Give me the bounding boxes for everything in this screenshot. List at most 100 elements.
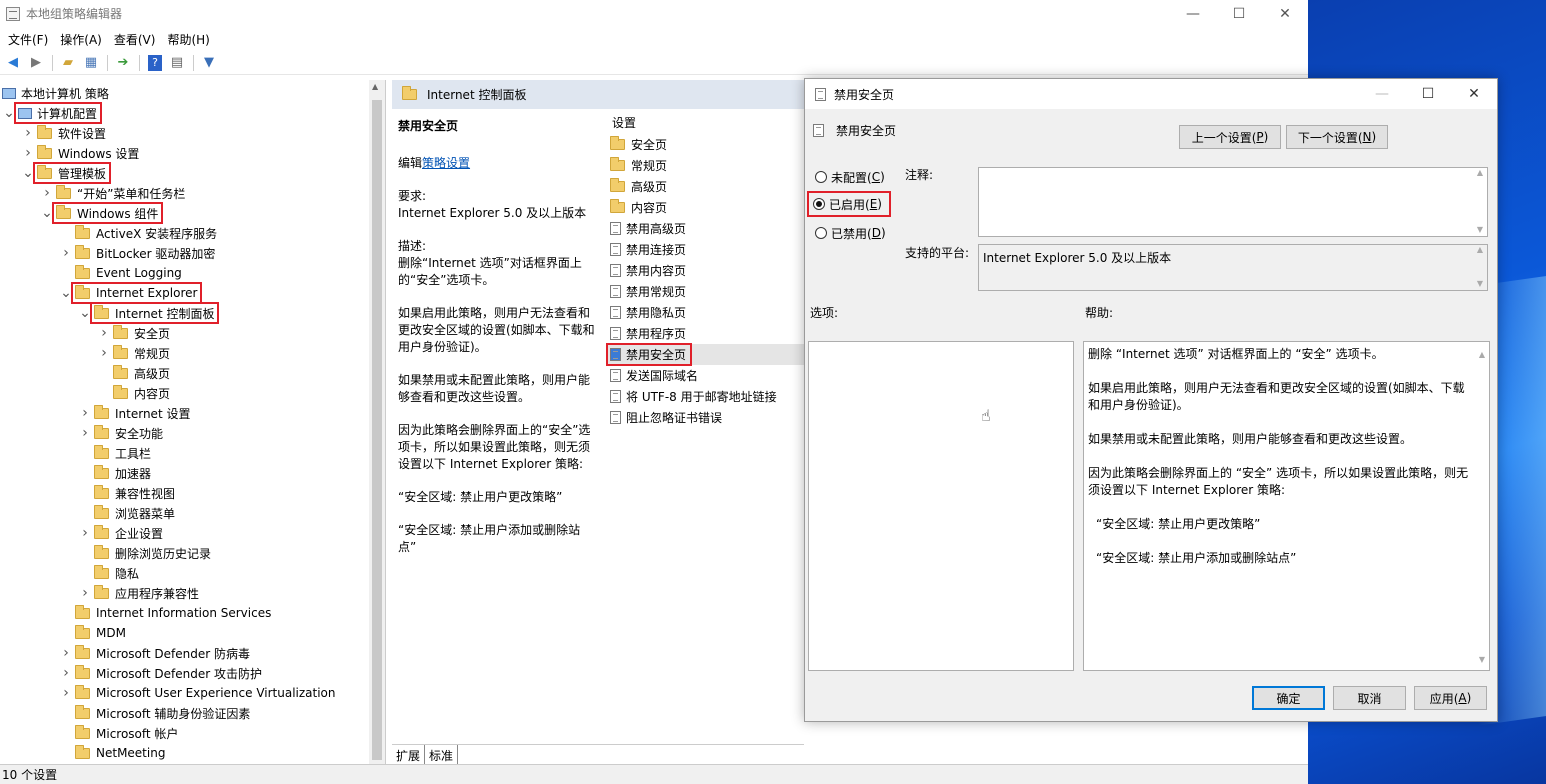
chevron-down-icon[interactable]: ⌄ [40,205,54,221]
radio-not-configured[interactable]: 未配置(C) [811,166,889,188]
tree-item[interactable]: › 企业设置 [78,523,166,543]
tree-item[interactable]: 内容页 [97,383,173,403]
menu-view[interactable]: 查看(V) [108,31,162,48]
settings-item[interactable]: 发送国际域名 [606,365,804,386]
settings-item[interactable]: 高级页 [606,176,804,197]
tree-item-label-wrap[interactable]: 浏览器菜单 [92,504,178,522]
tree-item[interactable]: › 应用程序兼容性 [78,583,202,603]
chevron-right-icon[interactable]: › [59,245,73,261]
tree-item[interactable]: › BitLocker 驱动器加密 [59,243,218,263]
menu-action[interactable]: 操作(A) [54,31,108,48]
tree-item[interactable]: ⌄ Internet Explorer [59,282,203,304]
tree-scroll-thumb[interactable] [372,100,382,760]
tree-item[interactable]: 浏览器菜单 [78,503,178,523]
tree-item-label-wrap[interactable]: 工具栏 [92,444,154,462]
tree-item-label-wrap[interactable]: 本地计算机 策略 [0,84,112,102]
tree-item[interactable]: ⌄ Internet 控制面板 [78,302,220,324]
tree-item-label-wrap[interactable]: Microsoft Defender 攻击防护 [73,664,265,682]
settings-item[interactable]: 禁用隐私页 [606,302,804,323]
settings-item-wrap[interactable]: 禁用隐私页 [608,303,690,322]
tree-item-label-wrap[interactable]: Microsoft 辅助身份验证因素 [73,704,253,722]
chevron-right-icon[interactable]: › [78,425,92,441]
tree-item-label-wrap[interactable]: ActiveX 安装程序服务 [73,224,220,242]
tree-item-label-wrap[interactable]: 软件设置 [35,124,109,142]
chevron-right-icon[interactable]: › [78,585,92,601]
tree-item-label-wrap[interactable]: 企业设置 [92,524,166,542]
chevron-down-icon[interactable]: ⌄ [59,285,73,301]
tree-item-label-wrap[interactable]: Internet Explorer [70,282,203,304]
forward-arrow-icon[interactable]: ▶ [25,53,47,73]
platform-scrollbar[interactable]: ▲ ▼ [1473,245,1487,290]
tree-item-label-wrap[interactable]: Windows 组件 [51,202,164,224]
chevron-right-icon[interactable]: › [40,185,54,201]
settings-item-wrap[interactable]: 安全页 [608,135,671,154]
tree-item[interactable]: › Windows 设置 [21,143,142,163]
tree-item-label-wrap[interactable]: Internet 控制面板 [89,302,220,324]
next-setting-button[interactable]: 下一个设置(N) [1286,125,1388,149]
scroll-up-icon[interactable]: ▲ [372,82,378,91]
tree-item[interactable]: 兼容性视图 [78,483,178,503]
radio-disabled[interactable]: 已禁用(D) [811,222,890,244]
tree-item[interactable]: › 常规页 [97,343,173,363]
tree-item[interactable]: › Microsoft Defender 攻击防护 [59,663,265,683]
chevron-right-icon[interactable]: › [97,345,111,361]
tree-scrollbar[interactable]: ▲ [369,80,385,764]
tab-standard[interactable]: 标准 [425,745,459,764]
tree-item-label-wrap[interactable]: BitLocker 驱动器加密 [73,244,218,262]
chevron-right-icon[interactable]: › [59,645,73,661]
close-icon[interactable]: ✕ [1262,0,1308,27]
radio-enabled[interactable]: 已启用(E) [807,191,891,217]
tree-item-label-wrap[interactable]: 管理模板 [32,162,112,184]
tree-item[interactable]: Event Logging [59,263,185,283]
tree-item[interactable]: 删除浏览历史记录 [78,543,214,563]
chevron-right-icon[interactable]: › [78,525,92,541]
settings-column-header[interactable]: 设置 [606,110,804,134]
settings-item-wrap[interactable]: 禁用连接页 [608,240,690,259]
back-arrow-icon[interactable]: ◀ [2,53,24,73]
edit-policy-link[interactable]: 策略设置 [422,156,470,170]
tree-item-label-wrap[interactable]: “开始”菜单和任务栏 [54,184,188,202]
tree-item-label-wrap[interactable]: NetMeeting [73,744,168,762]
settings-item-wrap[interactable]: 发送国际域名 [608,366,702,385]
tree-item[interactable]: NetMeeting [59,743,168,763]
previous-setting-button[interactable]: 上一个设置(P) [1179,125,1281,149]
tree-item[interactable]: ⌄ 计算机配置 [2,102,103,124]
settings-item[interactable]: 禁用高级页 [606,218,804,239]
chevron-right-icon[interactable]: › [21,145,35,161]
chevron-down-icon[interactable]: ⌄ [21,165,35,181]
chevron-right-icon[interactable]: › [21,125,35,141]
settings-item-wrap[interactable]: 内容页 [608,198,671,217]
settings-item[interactable]: 将 UTF-8 用于邮寄地址链接 [606,386,804,407]
settings-item-wrap[interactable]: 阻止忽略证书错误 [608,408,726,427]
settings-item[interactable]: 内容页 [606,197,804,218]
tree-item[interactable]: Microsoft 辅助身份验证因素 [59,703,253,723]
tree-item-label-wrap[interactable]: Microsoft Defender 防病毒 [73,644,253,662]
chevron-right-icon[interactable]: › [97,325,111,341]
tree-item[interactable]: › “开始”菜单和任务栏 [40,183,188,203]
tree-item[interactable]: › Internet 设置 [78,403,193,423]
tree-item-label-wrap[interactable]: Microsoft User Experience Virtualization [73,684,339,702]
help-scrollbar[interactable]: ▲ ▼ [1475,342,1489,670]
settings-item[interactable]: 阻止忽略证书错误 [606,407,804,428]
chevron-right-icon[interactable]: › [78,405,92,421]
tree-item-label-wrap[interactable]: 安全页 [111,324,173,342]
tree-item-label-wrap[interactable]: 安全功能 [92,424,166,442]
tree-item-label-wrap[interactable]: 应用程序兼容性 [92,584,202,602]
tree-item-label-wrap[interactable]: MDM [73,624,129,642]
tree-item-label-wrap[interactable]: 隐私 [92,564,142,582]
radio-circle[interactable] [815,227,827,239]
ok-button[interactable]: 确定 [1252,686,1325,710]
settings-item-wrap[interactable]: 将 UTF-8 用于邮寄地址链接 [608,387,781,406]
tree-item[interactable]: › 安全页 [97,323,173,343]
chevron-right-icon[interactable]: › [59,685,73,701]
tree-item[interactable]: › 安全功能 [78,423,166,443]
tree-item[interactable]: Microsoft 帐户 [59,723,181,743]
tree-item-label-wrap[interactable]: 常规页 [111,344,173,362]
properties-icon[interactable]: ▤ [166,53,188,73]
tree-item-label-wrap[interactable]: Internet Information Services [73,604,274,622]
tree-item-label-wrap[interactable]: 加速器 [92,464,154,482]
menu-file[interactable]: 文件(F) [2,31,54,48]
tree-item[interactable]: ⌄ Windows 组件 [40,202,164,224]
maximize-icon[interactable]: ☐ [1405,79,1451,109]
radio-circle[interactable] [815,171,827,183]
